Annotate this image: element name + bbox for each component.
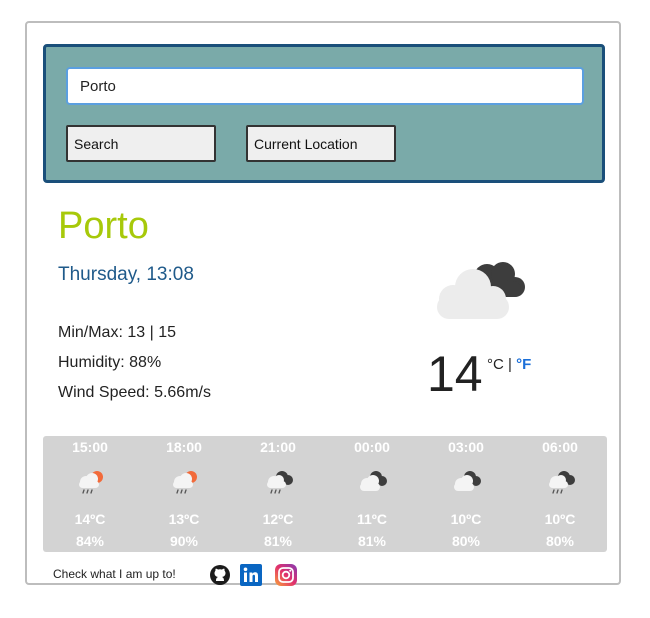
unit-separator: |: [508, 356, 512, 373]
city-name: Porto: [58, 205, 149, 247]
hourly-forecast: 15:00 14ºC 84% 18:00 13ºC 90% 21:00 12ºC…: [43, 436, 607, 552]
forecast-humidity: 84%: [75, 533, 105, 549]
forecast-temperature: 13ºC: [168, 511, 200, 527]
linkedin-icon[interactable]: [240, 564, 262, 586]
forecast-time: 18:00: [166, 439, 202, 455]
forecast-time: 21:00: [260, 439, 296, 455]
humidity-value: 88%: [129, 354, 162, 371]
weather-card: Search Current Location Porto Thursday, …: [25, 21, 621, 586]
instagram-icon[interactable]: [275, 564, 297, 586]
min-max: Min/Max: 13 | 15: [58, 324, 176, 342]
forecast-temperature: 11ºC: [356, 511, 388, 527]
current-temperature: 14: [427, 346, 483, 402]
forecast-time: 15:00: [72, 439, 108, 455]
forecast-time: 06:00: [542, 439, 578, 455]
forecast-time: 00:00: [354, 439, 390, 455]
min-max-value: 13 | 15: [127, 324, 176, 341]
footer-text: Check what I am up to!: [53, 567, 176, 581]
min-max-label: Min/Max:: [58, 324, 123, 341]
search-button[interactable]: Search: [66, 125, 216, 162]
forecast-humidity: 81%: [357, 533, 387, 549]
forecast-humidity: 90%: [169, 533, 199, 549]
humidity: Humidity: 88%: [58, 354, 161, 372]
forecast-temperature: 10ºC: [450, 511, 482, 527]
unit-toggle: °C | °F: [487, 356, 531, 373]
rain-cloud-icon: [549, 471, 575, 494]
light-rain-sun-icon: [79, 471, 103, 494]
date-time: Thursday, 13:08: [58, 264, 194, 285]
forecast-temperature: 14ºC: [74, 511, 106, 527]
city-search-input[interactable]: [66, 67, 584, 105]
search-panel: Search Current Location: [43, 44, 605, 183]
broken-clouds-icon: [437, 262, 525, 319]
light-rain-sun-icon: [173, 471, 197, 494]
forecast-temperature: 12ºC: [262, 511, 294, 527]
celsius-toggle[interactable]: °C: [487, 356, 504, 373]
humidity-label: Humidity:: [58, 354, 125, 371]
wind-label: Wind Speed:: [58, 384, 150, 401]
forecast-temperature: 10ºC: [544, 511, 576, 527]
rain-cloud-icon: [267, 471, 293, 494]
forecast-time: 03:00: [448, 439, 484, 455]
wind-value: 5.66m/s: [154, 384, 211, 401]
wind-speed: Wind Speed: 5.66m/s: [58, 384, 211, 402]
forecast-humidity: 81%: [263, 533, 293, 549]
github-icon[interactable]: [209, 564, 231, 586]
forecast-humidity: 80%: [451, 533, 481, 549]
current-location-button[interactable]: Current Location: [246, 125, 396, 162]
fahrenheit-toggle[interactable]: °F: [516, 356, 531, 373]
broken-clouds-icon: [360, 471, 387, 491]
broken-clouds-icon: [454, 471, 481, 491]
forecast-humidity: 80%: [545, 533, 575, 549]
